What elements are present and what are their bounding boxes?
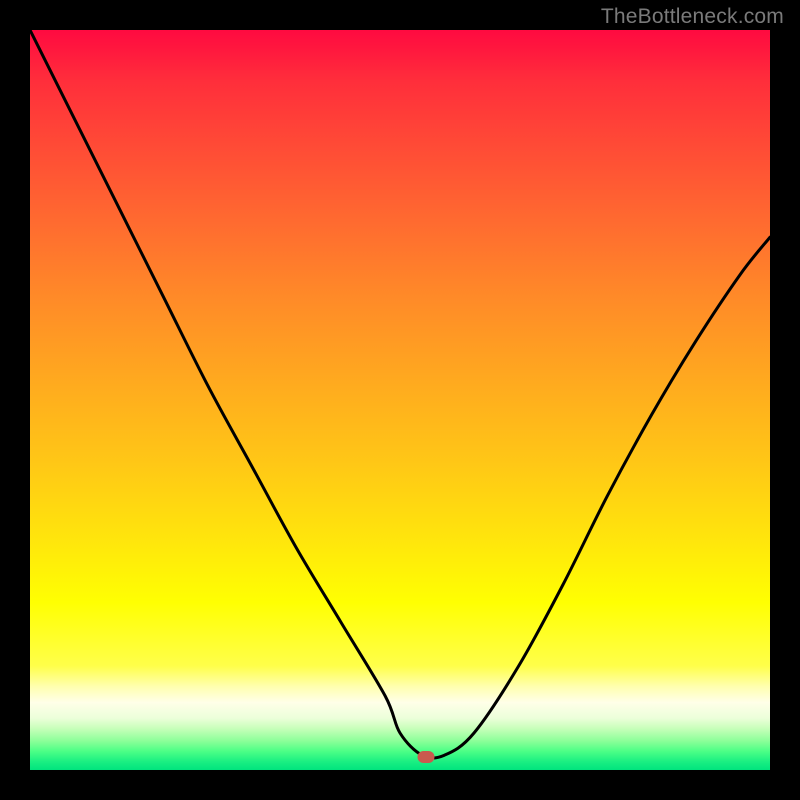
bottleneck-curve xyxy=(30,30,770,770)
chart-frame: TheBottleneck.com xyxy=(0,0,800,800)
plot-area xyxy=(30,30,770,770)
optimal-point-marker xyxy=(417,751,434,763)
watermark-text: TheBottleneck.com xyxy=(601,5,784,29)
